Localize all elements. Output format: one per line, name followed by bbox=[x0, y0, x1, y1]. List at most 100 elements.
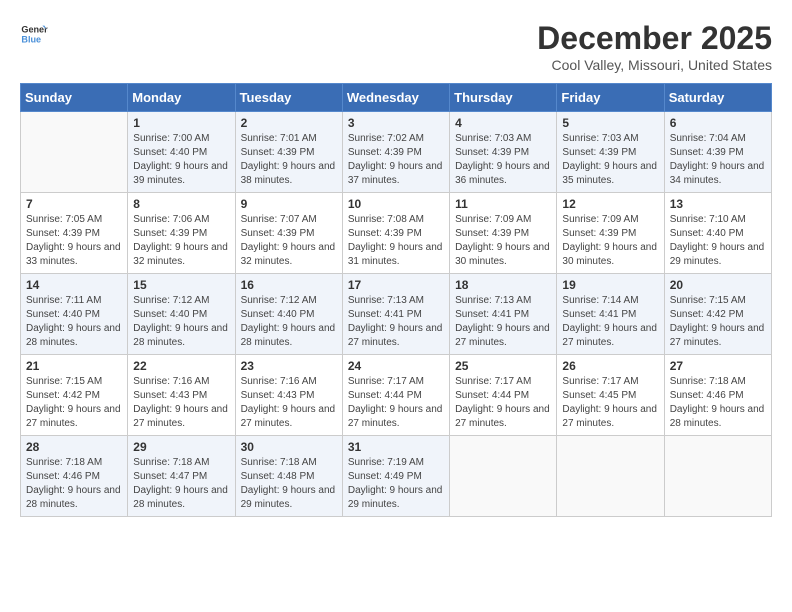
sunrise-text: Sunrise: 7:17 AM bbox=[348, 375, 444, 389]
calendar-cell: 22Sunrise: 7:16 AMSunset: 4:43 PMDayligh… bbox=[128, 355, 235, 436]
day-info: Sunrise: 7:18 AMSunset: 4:46 PMDaylight:… bbox=[26, 456, 122, 512]
sunrise-text: Sunrise: 7:17 AM bbox=[455, 375, 551, 389]
daylight-text: Daylight: 9 hours and 35 minutes. bbox=[562, 160, 658, 188]
sunset-text: Sunset: 4:41 PM bbox=[348, 308, 444, 322]
calendar-cell: 4Sunrise: 7:03 AMSunset: 4:39 PMDaylight… bbox=[450, 112, 557, 193]
calendar-cell: 13 Sunrise: 7:10 AMSunset: 4:40 PMDayligh… bbox=[664, 193, 771, 274]
calendar-cell bbox=[557, 436, 664, 517]
sunrise-text: Sunrise: 7:08 AM bbox=[348, 213, 444, 227]
sunset-text: Sunset: 4:39 PM bbox=[133, 227, 229, 241]
sunrise-text: Sunrise: 7:12 AM bbox=[241, 294, 337, 308]
logo: General Blue bbox=[20, 20, 48, 48]
day-number: 25 bbox=[455, 359, 551, 373]
daylight-text: Daylight: 9 hours and 34 minutes. bbox=[670, 160, 766, 188]
sunset-text: Sunset: 4:39 PM bbox=[455, 146, 551, 160]
day-info: Sunrise: 7:17 AMSunset: 4:44 PMDaylight:… bbox=[348, 375, 444, 431]
daylight-text: Daylight: 9 hours and 27 minutes. bbox=[133, 403, 229, 431]
calendar-week-row: 7Sunrise: 7:05 AMSunset: 4:39 PMDaylight… bbox=[21, 193, 772, 274]
day-info: Sunrise: 7:09 AMSunset: 4:39 PMDaylight:… bbox=[455, 213, 551, 269]
sunset-text: Sunset: 4:48 PM bbox=[241, 470, 337, 484]
day-number: 23 bbox=[241, 359, 337, 373]
day-info: Sunrise: 7:13 AMSunset: 4:41 PMDaylight:… bbox=[455, 294, 551, 350]
day-info: Sunrise: 7:14 AMSunset: 4:41 PMDaylight:… bbox=[562, 294, 658, 350]
calendar-cell: 17Sunrise: 7:13 AMSunset: 4:41 PMDayligh… bbox=[342, 274, 449, 355]
daylight-text: Daylight: 9 hours and 29 minutes. bbox=[241, 484, 337, 512]
title-block: December 2025 Cool Valley, Missouri, Uni… bbox=[537, 20, 772, 73]
day-info: Sunrise: 7:15 AMSunset: 4:42 PMDaylight:… bbox=[26, 375, 122, 431]
sunset-text: Sunset: 4:39 PM bbox=[26, 227, 122, 241]
sunrise-text: Sunrise: 7:09 AM bbox=[455, 213, 551, 227]
sunrise-text: Sunrise: 7:04 AM bbox=[670, 132, 766, 146]
day-number: 9 bbox=[241, 197, 337, 211]
day-info: Sunrise: 7:08 AMSunset: 4:39 PMDaylight:… bbox=[348, 213, 444, 269]
calendar-cell: 9 Sunrise: 7:07 AMSunset: 4:39 PMDaylight… bbox=[235, 193, 342, 274]
sunrise-text: Sunrise: 7:18 AM bbox=[670, 375, 766, 389]
day-number: 29 bbox=[133, 440, 229, 454]
location: Cool Valley, Missouri, United States bbox=[537, 57, 772, 73]
calendar-week-row: 21Sunrise: 7:15 AMSunset: 4:42 PMDayligh… bbox=[21, 355, 772, 436]
day-info: Sunrise: 7:07 AMSunset: 4:39 PMDaylight:… bbox=[241, 213, 337, 269]
daylight-text: Daylight: 9 hours and 27 minutes. bbox=[241, 403, 337, 431]
calendar-cell: 27 Sunrise: 7:18 AMSunset: 4:46 PMDayligh… bbox=[664, 355, 771, 436]
daylight-text: Daylight: 9 hours and 28 minutes. bbox=[26, 484, 122, 512]
sunrise-text: Sunrise: 7:14 AM bbox=[562, 294, 658, 308]
svg-text:Blue: Blue bbox=[21, 34, 41, 44]
sunrise-text: Sunrise: 7:18 AM bbox=[26, 456, 122, 470]
sunset-text: Sunset: 4:40 PM bbox=[26, 308, 122, 322]
daylight-text: Daylight: 9 hours and 32 minutes. bbox=[133, 241, 229, 269]
calendar-cell: 26Sunrise: 7:17 AMSunset: 4:45 PMDayligh… bbox=[557, 355, 664, 436]
calendar-table: SundayMondayTuesdayWednesdayThursdayFrid… bbox=[20, 83, 772, 517]
calendar-cell: 25Sunrise: 7:17 AMSunset: 4:44 PMDayligh… bbox=[450, 355, 557, 436]
weekday-header-cell: Friday bbox=[557, 84, 664, 112]
calendar-cell: 7Sunrise: 7:05 AMSunset: 4:39 PMDaylight… bbox=[21, 193, 128, 274]
daylight-text: Daylight: 9 hours and 31 minutes. bbox=[348, 241, 444, 269]
day-number: 5 bbox=[562, 116, 658, 130]
day-info: Sunrise: 7:16 AMSunset: 4:43 PMDaylight:… bbox=[133, 375, 229, 431]
day-number: 31 bbox=[348, 440, 444, 454]
day-info: Sunrise: 7:05 AMSunset: 4:39 PMDaylight:… bbox=[26, 213, 122, 269]
sunrise-text: Sunrise: 7:16 AM bbox=[133, 375, 229, 389]
sunset-text: Sunset: 4:40 PM bbox=[133, 146, 229, 160]
calendar-cell: 16Sunrise: 7:12 AMSunset: 4:40 PMDayligh… bbox=[235, 274, 342, 355]
day-info: Sunrise: 7:00 AMSunset: 4:40 PMDaylight:… bbox=[133, 132, 229, 188]
day-number: 15 bbox=[133, 278, 229, 292]
day-info: Sunrise: 7:18 AMSunset: 4:46 PMDaylight:… bbox=[670, 375, 766, 431]
daylight-text: Daylight: 9 hours and 30 minutes. bbox=[562, 241, 658, 269]
weekday-header-cell: Thursday bbox=[450, 84, 557, 112]
day-number: 27 bbox=[670, 359, 766, 373]
day-info: Sunrise: 7:11 AMSunset: 4:40 PMDaylight:… bbox=[26, 294, 122, 350]
day-info: Sunrise: 7:18 AMSunset: 4:47 PMDaylight:… bbox=[133, 456, 229, 512]
sunrise-text: Sunrise: 7:15 AM bbox=[670, 294, 766, 308]
day-info: Sunrise: 7:19 AMSunset: 4:49 PMDaylight:… bbox=[348, 456, 444, 512]
daylight-text: Daylight: 9 hours and 27 minutes. bbox=[562, 403, 658, 431]
sunrise-text: Sunrise: 7:07 AM bbox=[241, 213, 337, 227]
sunset-text: Sunset: 4:46 PM bbox=[26, 470, 122, 484]
day-number: 1 bbox=[133, 116, 229, 130]
calendar-cell: 30 Sunrise: 7:18 AMSunset: 4:48 PMDayligh… bbox=[235, 436, 342, 517]
sunrise-text: Sunrise: 7:12 AM bbox=[133, 294, 229, 308]
sunrise-text: Sunrise: 7:00 AM bbox=[133, 132, 229, 146]
day-number: 30 bbox=[241, 440, 337, 454]
calendar-cell: 28Sunrise: 7:18 AMSunset: 4:46 PMDayligh… bbox=[21, 436, 128, 517]
day-number: 10 bbox=[348, 197, 444, 211]
sunrise-text: Sunrise: 7:09 AM bbox=[562, 213, 658, 227]
day-info: Sunrise: 7:18 AMSunset: 4:48 PMDaylight:… bbox=[241, 456, 337, 512]
daylight-text: Daylight: 9 hours and 30 minutes. bbox=[455, 241, 551, 269]
daylight-text: Daylight: 9 hours and 28 minutes. bbox=[133, 484, 229, 512]
day-info: Sunrise: 7:13 AMSunset: 4:41 PMDaylight:… bbox=[348, 294, 444, 350]
daylight-text: Daylight: 9 hours and 36 minutes. bbox=[455, 160, 551, 188]
sunset-text: Sunset: 4:43 PM bbox=[133, 389, 229, 403]
daylight-text: Daylight: 9 hours and 28 minutes. bbox=[133, 322, 229, 350]
calendar-cell: 23Sunrise: 7:16 AMSunset: 4:43 PMDayligh… bbox=[235, 355, 342, 436]
day-number: 6 bbox=[670, 116, 766, 130]
calendar-cell: 29 Sunrise: 7:18 AMSunset: 4:47 PMDayligh… bbox=[128, 436, 235, 517]
calendar-cell: 15Sunrise: 7:12 AMSunset: 4:40 PMDayligh… bbox=[128, 274, 235, 355]
sunrise-text: Sunrise: 7:03 AM bbox=[455, 132, 551, 146]
day-number: 8 bbox=[133, 197, 229, 211]
sunrise-text: Sunrise: 7:15 AM bbox=[26, 375, 122, 389]
page-header: General Blue December 2025 Cool Valley, … bbox=[20, 20, 772, 73]
sunrise-text: Sunrise: 7:17 AM bbox=[562, 375, 658, 389]
day-info: Sunrise: 7:10 AMSunset: 4:40 PMDaylight:… bbox=[670, 213, 766, 269]
weekday-header-row: SundayMondayTuesdayWednesdayThursdayFrid… bbox=[21, 84, 772, 112]
day-number: 13 bbox=[670, 197, 766, 211]
